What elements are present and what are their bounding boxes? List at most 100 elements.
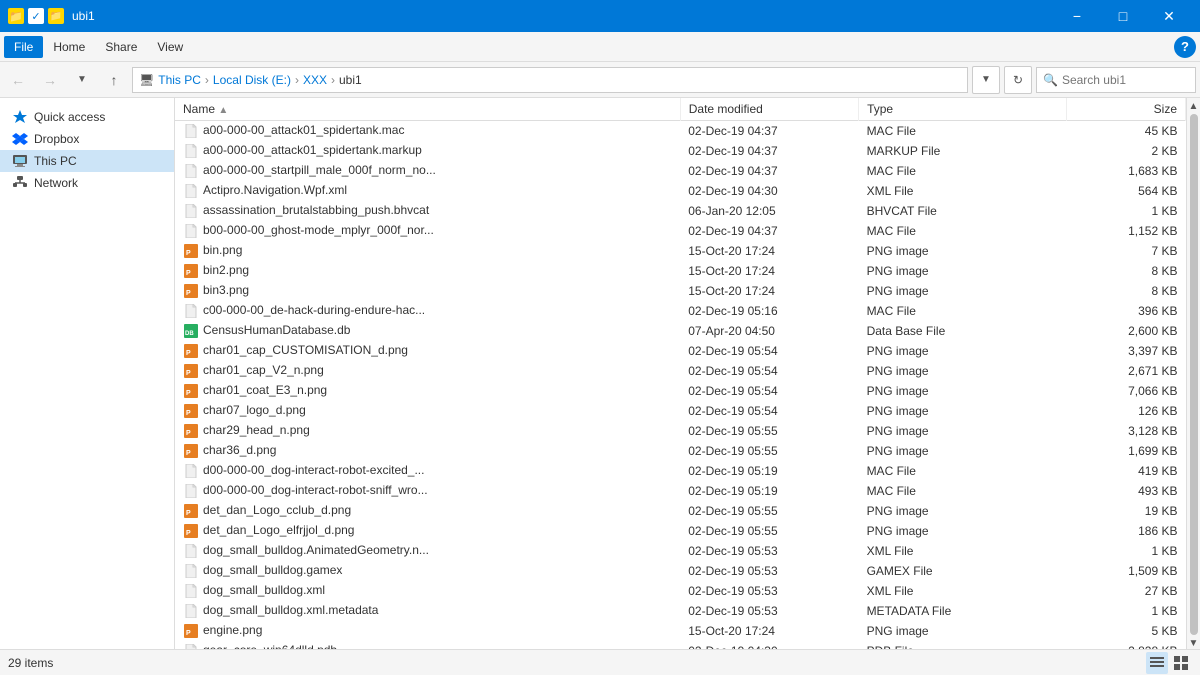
table-row[interactable]: Actipro.Navigation.Wpf.xml02-Dec-19 04:3… [175, 181, 1186, 201]
table-row[interactable]: DBCensusHumanDatabase.db07-Apr-20 04:50D… [175, 321, 1186, 341]
file-type: PNG image [859, 621, 1067, 641]
file-size: 3,128 KB [1067, 421, 1186, 441]
svg-text:P: P [186, 370, 191, 377]
table-row[interactable]: a00-000-00_attack01_spidertank.markup02-… [175, 141, 1186, 161]
col-header-size[interactable]: Size [1067, 98, 1186, 121]
menu-share[interactable]: Share [95, 36, 147, 58]
file-date: 02-Dec-19 04:30 [680, 181, 858, 201]
file-type: MAC File [859, 221, 1067, 241]
breadcrumb-this-pc[interactable]: This PC [158, 73, 201, 87]
sidebar-item-quick-access[interactable]: Quick access [0, 106, 174, 128]
sidebar-item-this-pc[interactable]: This PC [0, 150, 174, 172]
table-row[interactable]: Pchar36_d.png02-Dec-19 05:55PNG image1,6… [175, 441, 1186, 461]
file-size: 27 KB [1067, 581, 1186, 601]
file-date: 02-Dec-19 05:53 [680, 541, 858, 561]
search-input[interactable] [1062, 73, 1200, 87]
window-title: ubi1 [72, 9, 1054, 23]
table-header: Name ▲ Date modified Type Size [175, 98, 1186, 121]
file-name: d00-000-00_dog-interact-robot-excited_..… [175, 461, 680, 481]
table-row[interactable]: Pchar01_coat_E3_n.png02-Dec-19 05:54PNG … [175, 381, 1186, 401]
png-icon: P [183, 363, 199, 379]
details-view-button[interactable] [1146, 652, 1168, 674]
dropdown-button[interactable]: ▼ [972, 66, 1000, 94]
file-name: dog_small_bulldog.gamex [175, 561, 680, 581]
recent-locations-button[interactable]: ▼ [68, 66, 96, 94]
table-row[interactable]: c00-000-00_de-hack-during-endure-hac...0… [175, 301, 1186, 321]
file-icon [183, 603, 199, 619]
up-button[interactable]: ↑ [100, 66, 128, 94]
menu-bar-right: ? [1174, 36, 1196, 58]
scroll-down-button[interactable]: ▼ [1188, 637, 1200, 649]
col-header-date[interactable]: Date modified [680, 98, 858, 121]
sidebar-label-network: Network [34, 176, 78, 190]
back-button[interactable]: ← [4, 66, 32, 94]
svg-text:DB: DB [185, 331, 194, 337]
table-row[interactable]: dog_small_bulldog.xml.metadata02-Dec-19 … [175, 601, 1186, 621]
item-count: 29 items [8, 656, 53, 670]
table-row[interactable]: a00-000-00_attack01_spidertank.mac02-Dec… [175, 121, 1186, 142]
table-row[interactable]: Pchar29_head_n.png02-Dec-19 05:55PNG ima… [175, 421, 1186, 441]
network-icon [12, 175, 28, 191]
table-row[interactable]: dog_small_bulldog.xml02-Dec-19 05:53XML … [175, 581, 1186, 601]
file-size: 8 KB [1067, 261, 1186, 281]
table-row[interactable]: Pbin3.png15-Oct-20 17:24PNG image8 KB [175, 281, 1186, 301]
close-button[interactable]: ✕ [1146, 0, 1192, 32]
table-row[interactable]: Pchar07_logo_d.png02-Dec-19 05:54PNG ima… [175, 401, 1186, 421]
table-row[interactable]: d00-000-00_dog-interact-robot-sniff_wro.… [175, 481, 1186, 501]
table-row[interactable]: Pchar01_cap_CUSTOMISATION_d.png02-Dec-19… [175, 341, 1186, 361]
table-row[interactable]: Pbin2.png15-Oct-20 17:24PNG image8 KB [175, 261, 1186, 281]
file-type: XML File [859, 581, 1067, 601]
scrollbar-thumb[interactable] [1190, 114, 1198, 635]
file-date: 02-Dec-19 05:55 [680, 501, 858, 521]
file-size: 419 KB [1067, 461, 1186, 481]
file-icon [183, 123, 199, 139]
menu-view[interactable]: View [147, 36, 193, 58]
png-icon: P [183, 383, 199, 399]
table-row[interactable]: gear_core_win64dlld.pdb02-Dec-19 04:30PD… [175, 641, 1186, 649]
file-date: 02-Dec-19 05:53 [680, 561, 858, 581]
forward-button[interactable]: → [36, 66, 64, 94]
large-icons-view-button[interactable] [1170, 652, 1192, 674]
table-row[interactable]: Pchar01_cap_V2_n.png02-Dec-19 05:54PNG i… [175, 361, 1186, 381]
search-icon: 🔍 [1043, 73, 1058, 87]
col-header-name[interactable]: Name ▲ [175, 98, 680, 121]
file-size: 1,509 KB [1067, 561, 1186, 581]
scroll-up-button[interactable]: ▲ [1188, 100, 1200, 112]
file-type: PNG image [859, 421, 1067, 441]
file-type: XML File [859, 541, 1067, 561]
sidebar-item-network[interactable]: Network [0, 172, 174, 194]
menu-home[interactable]: Home [43, 36, 95, 58]
table-row[interactable]: d00-000-00_dog-interact-robot-excited_..… [175, 461, 1186, 481]
file-icon [183, 463, 199, 479]
table-row[interactable]: assassination_brutalstabbing_push.bhvcat… [175, 201, 1186, 221]
table-row[interactable]: Pdet_dan_Logo_cclub_d.png02-Dec-19 05:55… [175, 501, 1186, 521]
maximize-button[interactable]: □ [1100, 0, 1146, 32]
file-name: Pchar01_cap_CUSTOMISATION_d.png [175, 341, 680, 361]
refresh-button[interactable]: ↻ [1004, 66, 1032, 94]
help-button[interactable]: ? [1174, 36, 1196, 58]
png-icon: P [183, 263, 199, 279]
breadcrumb-xxx[interactable]: XXX [303, 73, 327, 87]
minimize-button[interactable]: − [1054, 0, 1100, 32]
file-date: 02-Dec-19 04:30 [680, 641, 858, 649]
file-icon [183, 643, 199, 649]
table-row[interactable]: dog_small_bulldog.AnimatedGeometry.n...0… [175, 541, 1186, 561]
menu-file[interactable]: File [4, 36, 43, 58]
file-date: 02-Dec-19 05:54 [680, 361, 858, 381]
sidebar-item-dropbox[interactable]: Dropbox [0, 128, 174, 150]
sidebar-label-dropbox: Dropbox [34, 132, 79, 146]
breadcrumb[interactable]: 🖥 This PC › Local Disk (E:) › XXX › ubi1 [132, 67, 968, 93]
file-date: 02-Dec-19 05:19 [680, 461, 858, 481]
table-row[interactable]: dog_small_bulldog.gamex02-Dec-19 05:53GA… [175, 561, 1186, 581]
menu-bar: File Home Share View ? [0, 32, 1200, 62]
table-row[interactable]: Pengine.png15-Oct-20 17:24PNG image5 KB [175, 621, 1186, 641]
table-row[interactable]: a00-000-00_startpill_male_000f_norm_no..… [175, 161, 1186, 181]
sidebar: Quick access Dropbox [0, 98, 175, 649]
table-row[interactable]: b00-000-00_ghost-mode_mplyr_000f_nor...0… [175, 221, 1186, 241]
table-row[interactable]: Pbin.png15-Oct-20 17:24PNG image7 KB [175, 241, 1186, 261]
file-date: 15-Oct-20 17:24 [680, 261, 858, 281]
breadcrumb-local-disk[interactable]: Local Disk (E:) [213, 73, 291, 87]
table-row[interactable]: Pdet_dan_Logo_elfrjjol_d.png02-Dec-19 05… [175, 521, 1186, 541]
col-header-type[interactable]: Type [859, 98, 1067, 121]
file-name: gear_core_win64dlld.pdb [175, 641, 680, 649]
